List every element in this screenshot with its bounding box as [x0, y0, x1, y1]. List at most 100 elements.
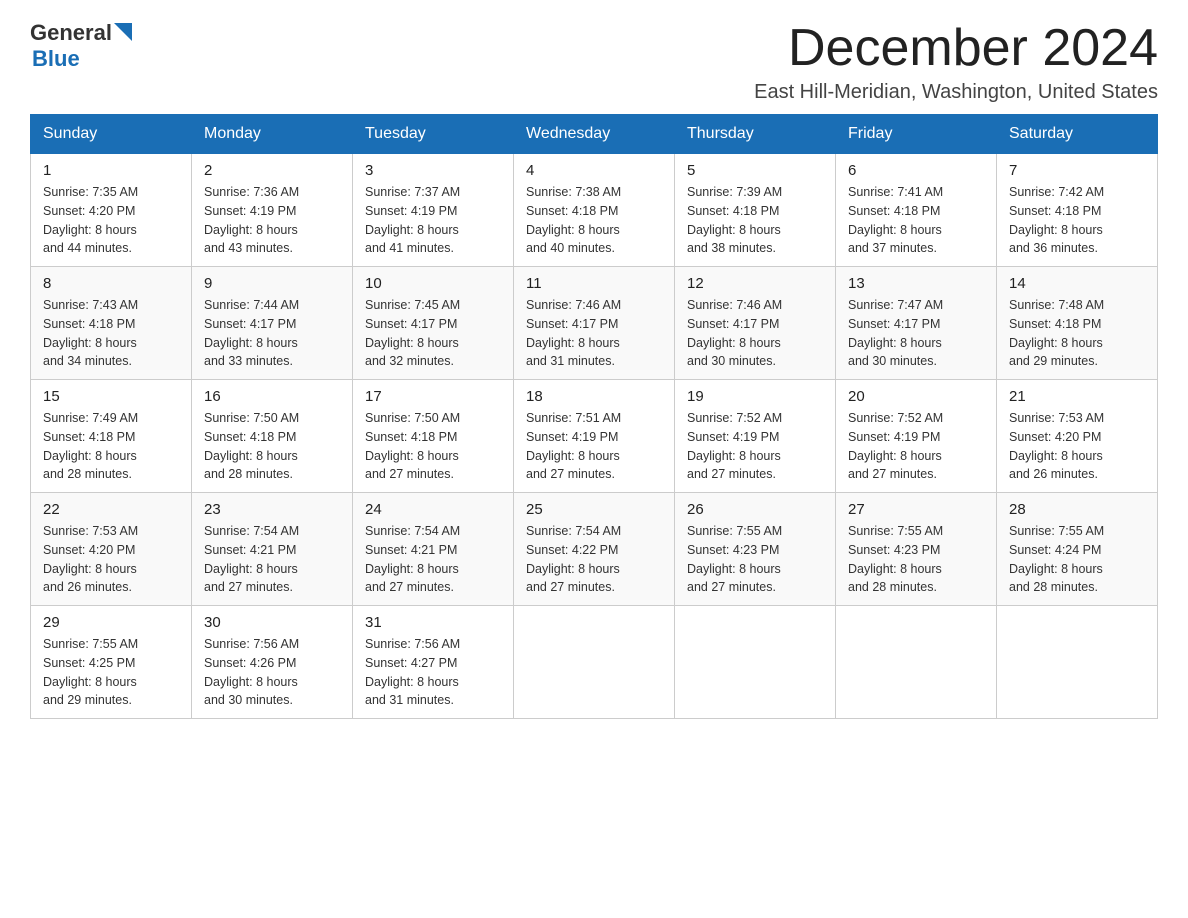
table-row: 7 Sunrise: 7:42 AM Sunset: 4:18 PM Dayli… [997, 154, 1158, 267]
day-number: 23 [204, 501, 340, 518]
day-info: Sunrise: 7:47 AM Sunset: 4:17 PM Dayligh… [848, 296, 984, 371]
month-title: December 2024 [754, 20, 1158, 77]
day-info: Sunrise: 7:52 AM Sunset: 4:19 PM Dayligh… [687, 409, 823, 484]
table-row: 20 Sunrise: 7:52 AM Sunset: 4:19 PM Dayl… [836, 380, 997, 493]
day-number: 30 [204, 614, 340, 631]
day-number: 10 [365, 275, 501, 292]
table-row: 23 Sunrise: 7:54 AM Sunset: 4:21 PM Dayl… [192, 493, 353, 606]
table-row: 11 Sunrise: 7:46 AM Sunset: 4:17 PM Dayl… [514, 267, 675, 380]
table-row: 15 Sunrise: 7:49 AM Sunset: 4:18 PM Dayl… [31, 380, 192, 493]
week-row-5: 29 Sunrise: 7:55 AM Sunset: 4:25 PM Dayl… [31, 606, 1158, 719]
day-number: 11 [526, 275, 662, 292]
weekday-header-row: Sunday Monday Tuesday Wednesday Thursday… [31, 115, 1158, 154]
day-info: Sunrise: 7:55 AM Sunset: 4:24 PM Dayligh… [1009, 522, 1145, 597]
day-number: 16 [204, 388, 340, 405]
day-info: Sunrise: 7:54 AM Sunset: 4:21 PM Dayligh… [365, 522, 501, 597]
table-row: 19 Sunrise: 7:52 AM Sunset: 4:19 PM Dayl… [675, 380, 836, 493]
logo-blue-text: Blue [32, 46, 80, 72]
day-info: Sunrise: 7:39 AM Sunset: 4:18 PM Dayligh… [687, 183, 823, 258]
table-row: 14 Sunrise: 7:48 AM Sunset: 4:18 PM Dayl… [997, 267, 1158, 380]
day-info: Sunrise: 7:55 AM Sunset: 4:23 PM Dayligh… [687, 522, 823, 597]
day-info: Sunrise: 7:46 AM Sunset: 4:17 PM Dayligh… [687, 296, 823, 371]
day-number: 3 [365, 162, 501, 179]
day-number: 19 [687, 388, 823, 405]
title-block: December 2024 East Hill-Meridian, Washin… [754, 20, 1158, 104]
day-number: 15 [43, 388, 179, 405]
header-friday: Friday [836, 115, 997, 154]
day-info: Sunrise: 7:50 AM Sunset: 4:18 PM Dayligh… [365, 409, 501, 484]
table-row [514, 606, 675, 719]
table-row: 10 Sunrise: 7:45 AM Sunset: 4:17 PM Dayl… [353, 267, 514, 380]
day-info: Sunrise: 7:55 AM Sunset: 4:25 PM Dayligh… [43, 635, 179, 710]
table-row: 24 Sunrise: 7:54 AM Sunset: 4:21 PM Dayl… [353, 493, 514, 606]
table-row: 8 Sunrise: 7:43 AM Sunset: 4:18 PM Dayli… [31, 267, 192, 380]
table-row: 29 Sunrise: 7:55 AM Sunset: 4:25 PM Dayl… [31, 606, 192, 719]
day-number: 2 [204, 162, 340, 179]
table-row [836, 606, 997, 719]
header-thursday: Thursday [675, 115, 836, 154]
page-header: General Blue December 2024 East Hill-Mer… [30, 20, 1158, 104]
table-row: 2 Sunrise: 7:36 AM Sunset: 4:19 PM Dayli… [192, 154, 353, 267]
table-row: 18 Sunrise: 7:51 AM Sunset: 4:19 PM Dayl… [514, 380, 675, 493]
day-info: Sunrise: 7:46 AM Sunset: 4:17 PM Dayligh… [526, 296, 662, 371]
logo-general-text: General [30, 20, 112, 46]
day-info: Sunrise: 7:36 AM Sunset: 4:19 PM Dayligh… [204, 183, 340, 258]
header-monday: Monday [192, 115, 353, 154]
day-number: 7 [1009, 162, 1145, 179]
header-wednesday: Wednesday [514, 115, 675, 154]
table-row: 28 Sunrise: 7:55 AM Sunset: 4:24 PM Dayl… [997, 493, 1158, 606]
table-row: 16 Sunrise: 7:50 AM Sunset: 4:18 PM Dayl… [192, 380, 353, 493]
day-number: 12 [687, 275, 823, 292]
day-number: 22 [43, 501, 179, 518]
day-info: Sunrise: 7:52 AM Sunset: 4:19 PM Dayligh… [848, 409, 984, 484]
week-row-3: 15 Sunrise: 7:49 AM Sunset: 4:18 PM Dayl… [31, 380, 1158, 493]
week-row-2: 8 Sunrise: 7:43 AM Sunset: 4:18 PM Dayli… [31, 267, 1158, 380]
day-number: 9 [204, 275, 340, 292]
day-number: 6 [848, 162, 984, 179]
day-info: Sunrise: 7:41 AM Sunset: 4:18 PM Dayligh… [848, 183, 984, 258]
day-info: Sunrise: 7:50 AM Sunset: 4:18 PM Dayligh… [204, 409, 340, 484]
week-row-1: 1 Sunrise: 7:35 AM Sunset: 4:20 PM Dayli… [31, 154, 1158, 267]
table-row: 1 Sunrise: 7:35 AM Sunset: 4:20 PM Dayli… [31, 154, 192, 267]
day-number: 29 [43, 614, 179, 631]
day-info: Sunrise: 7:43 AM Sunset: 4:18 PM Dayligh… [43, 296, 179, 371]
day-number: 8 [43, 275, 179, 292]
table-row: 31 Sunrise: 7:56 AM Sunset: 4:27 PM Dayl… [353, 606, 514, 719]
table-row: 6 Sunrise: 7:41 AM Sunset: 4:18 PM Dayli… [836, 154, 997, 267]
day-number: 14 [1009, 275, 1145, 292]
location-title: East Hill-Meridian, Washington, United S… [754, 81, 1158, 104]
table-row [675, 606, 836, 719]
day-number: 4 [526, 162, 662, 179]
day-info: Sunrise: 7:44 AM Sunset: 4:17 PM Dayligh… [204, 296, 340, 371]
day-info: Sunrise: 7:51 AM Sunset: 4:19 PM Dayligh… [526, 409, 662, 484]
header-sunday: Sunday [31, 115, 192, 154]
logo-arrow-icon [114, 23, 136, 45]
day-number: 25 [526, 501, 662, 518]
table-row: 3 Sunrise: 7:37 AM Sunset: 4:19 PM Dayli… [353, 154, 514, 267]
day-info: Sunrise: 7:56 AM Sunset: 4:27 PM Dayligh… [365, 635, 501, 710]
day-info: Sunrise: 7:53 AM Sunset: 4:20 PM Dayligh… [1009, 409, 1145, 484]
table-row: 27 Sunrise: 7:55 AM Sunset: 4:23 PM Dayl… [836, 493, 997, 606]
day-info: Sunrise: 7:54 AM Sunset: 4:22 PM Dayligh… [526, 522, 662, 597]
table-row: 4 Sunrise: 7:38 AM Sunset: 4:18 PM Dayli… [514, 154, 675, 267]
day-number: 18 [526, 388, 662, 405]
day-info: Sunrise: 7:48 AM Sunset: 4:18 PM Dayligh… [1009, 296, 1145, 371]
table-row: 30 Sunrise: 7:56 AM Sunset: 4:26 PM Dayl… [192, 606, 353, 719]
day-info: Sunrise: 7:35 AM Sunset: 4:20 PM Dayligh… [43, 183, 179, 258]
day-info: Sunrise: 7:37 AM Sunset: 4:19 PM Dayligh… [365, 183, 501, 258]
day-info: Sunrise: 7:38 AM Sunset: 4:18 PM Dayligh… [526, 183, 662, 258]
day-info: Sunrise: 7:45 AM Sunset: 4:17 PM Dayligh… [365, 296, 501, 371]
day-number: 1 [43, 162, 179, 179]
day-number: 21 [1009, 388, 1145, 405]
day-info: Sunrise: 7:56 AM Sunset: 4:26 PM Dayligh… [204, 635, 340, 710]
table-row: 9 Sunrise: 7:44 AM Sunset: 4:17 PM Dayli… [192, 267, 353, 380]
day-number: 24 [365, 501, 501, 518]
day-info: Sunrise: 7:42 AM Sunset: 4:18 PM Dayligh… [1009, 183, 1145, 258]
table-row: 21 Sunrise: 7:53 AM Sunset: 4:20 PM Dayl… [997, 380, 1158, 493]
table-row: 13 Sunrise: 7:47 AM Sunset: 4:17 PM Dayl… [836, 267, 997, 380]
day-number: 27 [848, 501, 984, 518]
header-saturday: Saturday [997, 115, 1158, 154]
day-number: 5 [687, 162, 823, 179]
table-row: 12 Sunrise: 7:46 AM Sunset: 4:17 PM Dayl… [675, 267, 836, 380]
header-tuesday: Tuesday [353, 115, 514, 154]
